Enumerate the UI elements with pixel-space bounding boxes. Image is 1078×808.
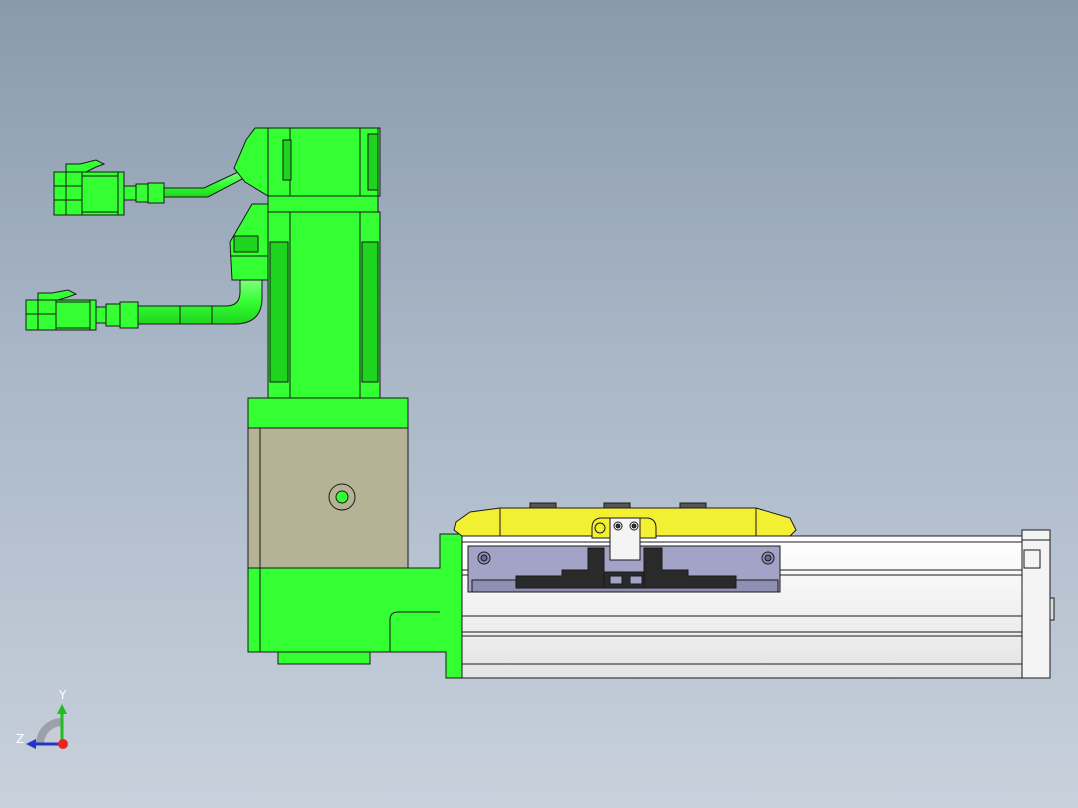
slide-carriage-table[interactable] [453, 502, 797, 593]
cad-viewport[interactable]: Y Z [0, 0, 1078, 808]
x-axis-dot [58, 739, 68, 749]
servo-motor[interactable] [229, 127, 381, 399]
z-axis-label: Z [16, 732, 25, 746]
y-axis-label: Y [59, 688, 67, 702]
gear-reducer[interactable] [247, 397, 409, 569]
orientation-triad [26, 704, 68, 749]
motor-bottom-connector-cable[interactable] [25, 279, 263, 331]
cad-model-view[interactable] [0, 0, 1078, 808]
motor-top-connector-cable[interactable] [53, 159, 245, 216]
